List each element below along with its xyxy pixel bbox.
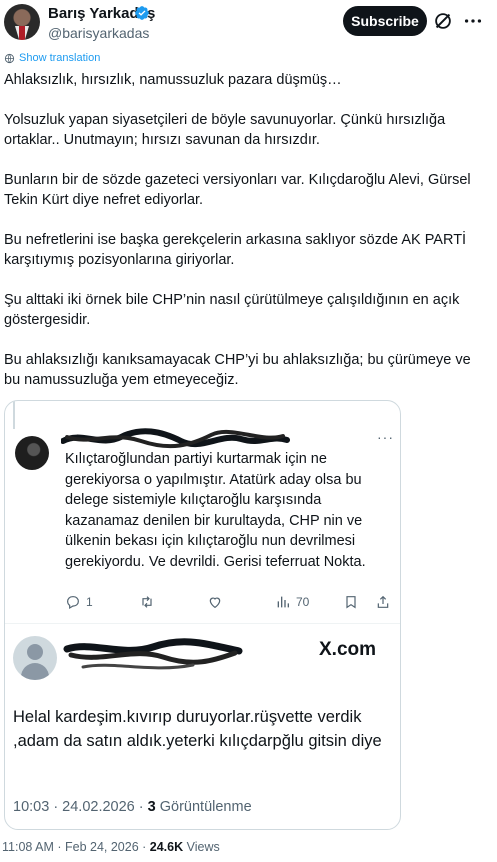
tweet-timestamp[interactable]: 11:08 AM · Feb 24, 2026 · <box>2 840 150 854</box>
post-text: Helal kardeşim.kıvırıp duruyorlar.rüşvet… <box>13 708 382 750</box>
thread-line <box>13 401 15 429</box>
reply-action-bar: 1 70 <box>65 594 395 614</box>
comment-icon <box>67 596 79 610</box>
reply-action: 1 <box>65 594 93 610</box>
redacted-name-scribble <box>61 428 290 449</box>
card-divider <box>5 623 400 624</box>
reply-author-avatar <box>15 436 49 470</box>
tweet-paragraph: Bu nefretlerini ise başka gerekçelerin a… <box>4 232 467 268</box>
redacted-name-scribble <box>63 638 243 670</box>
retweet-icon <box>142 596 152 608</box>
post-time-date: 10:03 · 24.02.2026 · <box>13 799 148 815</box>
tweet-views-number: 24.6K <box>149 840 184 854</box>
tweet-text: Ahlaksızlık, hırsızlık, namussuzluk paza… <box>4 70 480 410</box>
author-avatar[interactable] <box>4 4 40 40</box>
retweet-action <box>139 594 160 610</box>
reply-text: Kılıçtaroğlundan partiyi kurtarmak için … <box>65 451 366 570</box>
tweet-footer-meta: 11:08 AM · Feb 24, 2026 · 24.6K Views <box>2 840 220 854</box>
show-translation-link[interactable]: Show translation <box>4 52 100 64</box>
verified-badge-icon <box>135 6 149 20</box>
post-meta: 10:03 · 24.02.2026 · 3 Görüntülenme <box>13 799 252 815</box>
tweet-views-label: Views <box>183 840 220 854</box>
post-views-label: Görüntülenme <box>155 799 252 815</box>
more-icon[interactable] <box>462 10 484 32</box>
bookmark-icon <box>346 596 356 609</box>
xcom-brand-label: X.com <box>319 639 377 660</box>
tweet-paragraph: Bu ahlaksızlığı kanıksamayacak CHP’yi bu… <box>4 352 471 388</box>
tweet-paragraph: Bunların bir de sözde gazeteci versiyonl… <box>4 172 471 208</box>
globe-icon <box>4 53 15 63</box>
like-action <box>207 594 228 610</box>
show-translation-label[interactable]: Show translation <box>19 52 100 64</box>
heart-icon <box>209 597 221 609</box>
reply-count: 1 <box>86 595 93 609</box>
tweet-header: Barış Yarkadaş @barisyarkadas Subscribe <box>0 0 497 48</box>
author-handle[interactable]: @barisyarkadas <box>48 25 149 41</box>
share-action <box>375 594 391 610</box>
post-views-number: 3 <box>147 799 156 815</box>
share-icon <box>377 595 389 608</box>
bookmark-action <box>343 594 359 610</box>
grok-icon[interactable] <box>432 10 454 32</box>
subscribe-button[interactable]: Subscribe <box>343 6 427 36</box>
tweet-paragraph: Ahlaksızlık, hırsızlık, namussuzluk paza… <box>4 72 342 88</box>
views-chart-icon <box>277 596 289 608</box>
views-count: 70 <box>296 595 310 609</box>
attached-screenshot-image[interactable]: ··· Kılıçtaroğlundan partiyi kurtarmak i… <box>4 400 401 830</box>
tweet-paragraph: Şu alttaki iki örnek bile CHP’nin nasıl … <box>4 292 460 328</box>
tweet-paragraph: Yolsuzluk yapan siyasetçileri de böyle s… <box>4 112 446 148</box>
post-author-default-avatar <box>13 636 57 680</box>
views-action: 70 <box>275 594 309 610</box>
reply-more-icon: ··· <box>377 429 394 445</box>
